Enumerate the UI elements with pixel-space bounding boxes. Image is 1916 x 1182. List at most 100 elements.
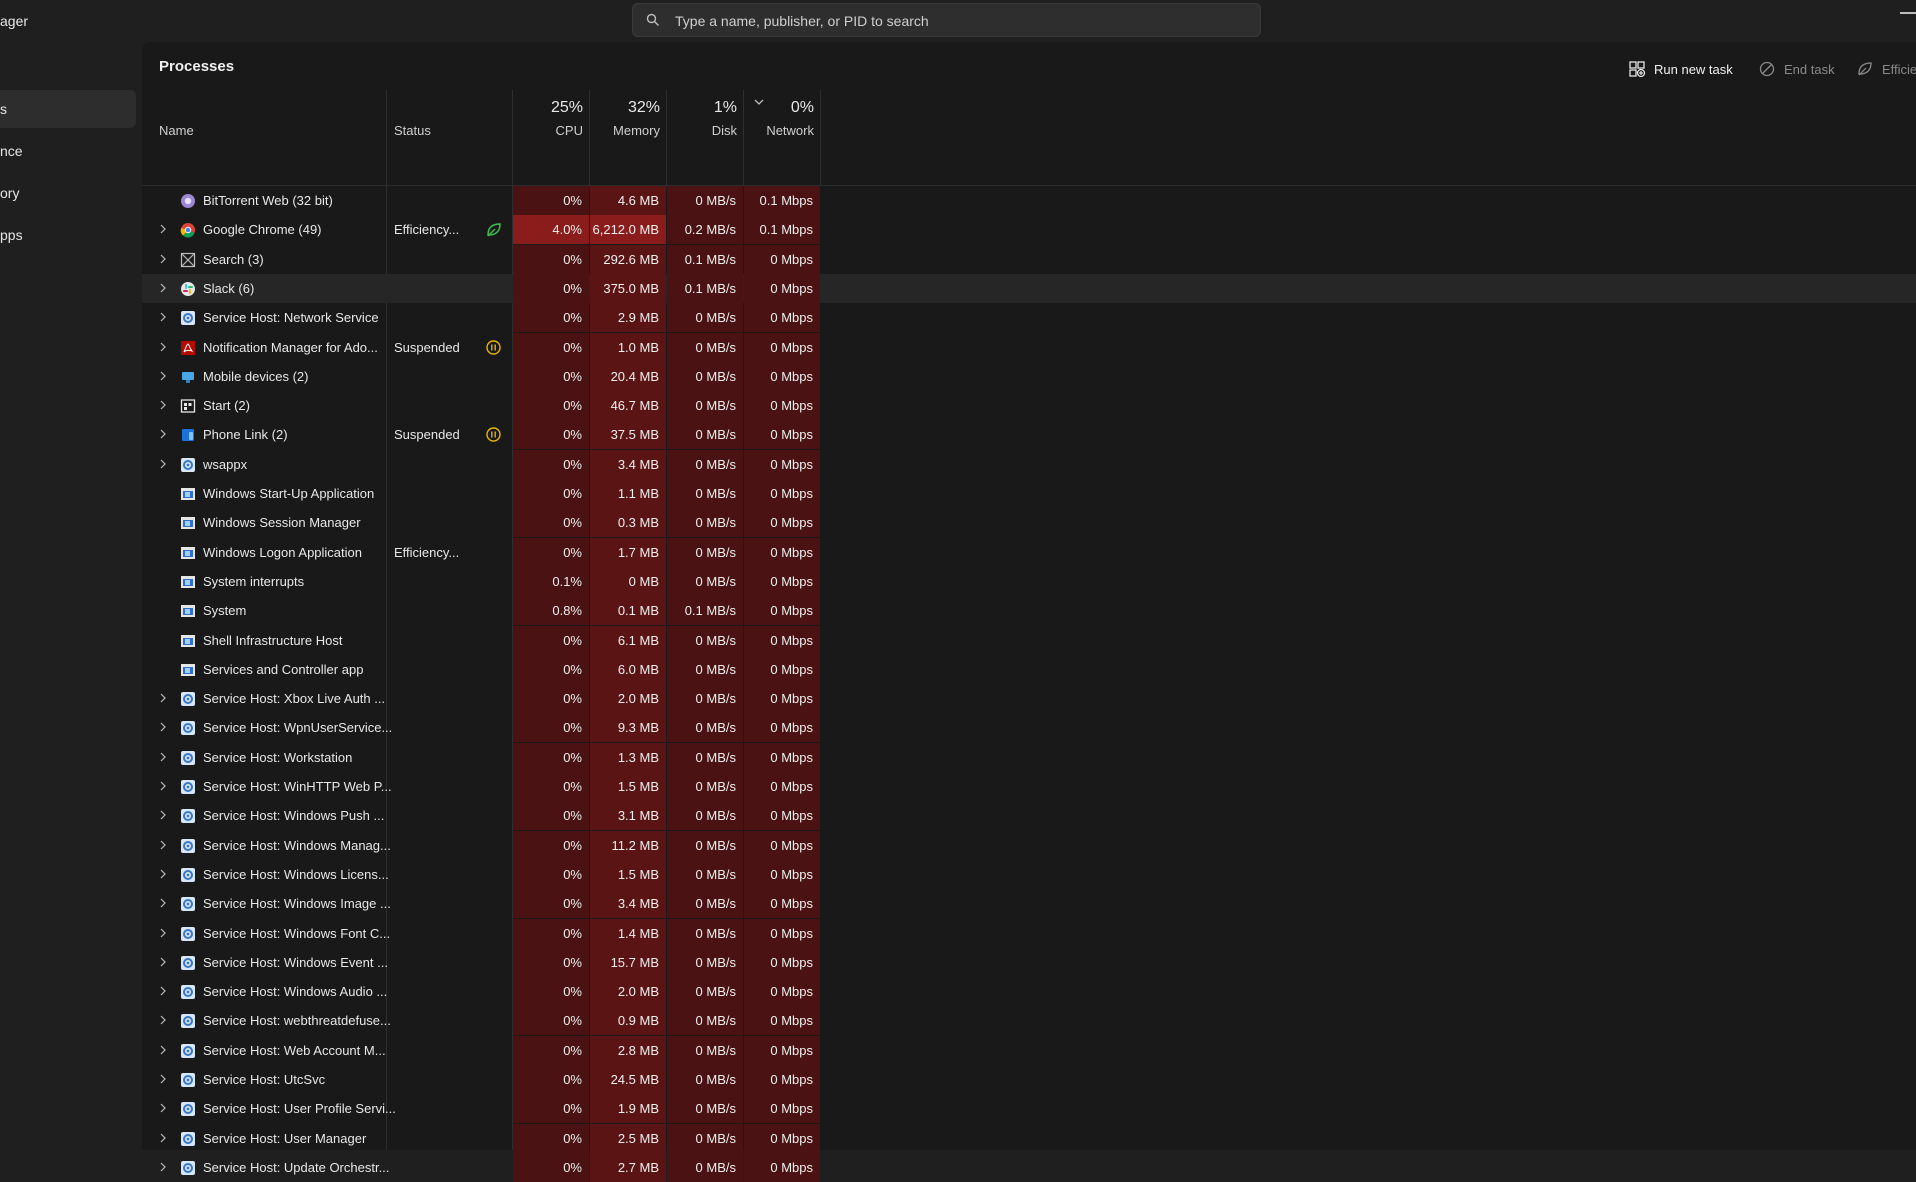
network-cell: 0 Mbps <box>744 1152 820 1182</box>
column-header-cpu[interactable]: CPU <box>513 123 583 138</box>
table-row[interactable]: Service Host: Windows Event ... 0% 15.7 MB… <box>142 947 1916 977</box>
table-row[interactable]: Search (3) 0% 292.6 MB 0.1 MB/s 0 Mbps <box>142 244 1916 274</box>
table-row[interactable]: Mobile devices (2) 0% 20.4 MB 0 MB/s 0 Mbps <box>142 361 1916 391</box>
column-header-memory[interactable]: Memory <box>590 123 660 138</box>
chevron-right-icon[interactable] <box>158 898 168 908</box>
sidebar-item-startup-apps[interactable]: pps <box>0 216 136 254</box>
table-row[interactable]: Service Host: webthreatdefuse... 0% 0.9 MB… <box>142 1006 1916 1036</box>
chevron-right-icon[interactable] <box>158 722 168 732</box>
efficiency-mode-button[interactable]: Efficie <box>1856 58 1916 80</box>
gear-service-icon <box>181 311 195 326</box>
table-row[interactable]: Start (2) 0% 46.7 MB 0 MB/s 0 Mbps <box>142 391 1916 421</box>
table-row[interactable]: Phone Link (2) Suspended 0% 37.5 MB 0 MB/s 0 … <box>142 420 1916 450</box>
table-row[interactable]: Windows Session Manager 0% 0.3 MB 0 MB/s 0 M… <box>142 508 1916 538</box>
column-header-name[interactable]: Name <box>159 123 194 138</box>
column-header-disk[interactable]: Disk <box>667 123 737 138</box>
chevron-right-icon[interactable] <box>158 1133 168 1143</box>
table-row[interactable]: Service Host: Windows Image ... 0% 3.4 MB 0… <box>142 889 1916 919</box>
app-title: ager <box>0 13 29 29</box>
chevron-right-icon[interactable] <box>158 840 168 850</box>
table-row[interactable]: Service Host: Web Account M... 0% 2.8 MB 0 … <box>142 1035 1916 1065</box>
chevron-right-icon[interactable] <box>158 1074 168 1084</box>
network-cell: 0 Mbps <box>744 273 820 303</box>
chevron-right-icon[interactable] <box>158 957 168 967</box>
chevron-right-icon[interactable] <box>158 254 168 264</box>
disk-cell: 0 MB/s <box>667 889 743 919</box>
table-row[interactable]: Service Host: WinHTTP Web P... 0% 1.5 MB 0 … <box>142 772 1916 801</box>
table-row[interactable]: Services and Controller app 0% 6.0 MB 0 MB/… <box>142 654 1916 684</box>
chevron-right-icon[interactable] <box>158 1015 168 1025</box>
chevron-right-icon[interactable] <box>158 693 168 703</box>
chevron-right-icon[interactable] <box>158 1103 168 1113</box>
cpu-cell: 0.1% <box>513 566 589 596</box>
gear-service-icon <box>181 809 195 824</box>
page-title: Processes <box>159 58 235 75</box>
table-row[interactable]: Service Host: Windows Licens... 0% 1.5 MB 0… <box>142 859 1916 889</box>
column-header-status[interactable]: Status <box>394 123 431 138</box>
table-row[interactable]: Windows Start-Up Application 0% 1.1 MB 0 MB… <box>142 479 1916 508</box>
table-row[interactable]: Service Host: Workstation 0% 1.3 MB 0 MB/s 0… <box>142 742 1916 772</box>
chevron-right-icon[interactable] <box>158 429 168 439</box>
chevron-right-icon[interactable] <box>158 986 168 996</box>
memory-cell: 15.7 MB <box>590 947 666 977</box>
table-row[interactable]: Service Host: Windows Push ... 0% 3.1 MB 0 … <box>142 801 1916 831</box>
table-row[interactable]: Service Host: Xbox Live Auth ... 0% 2.0 MB… <box>142 684 1916 714</box>
table-row[interactable]: Windows Logon Application Efficiency... 0%… <box>142 537 1916 567</box>
disk-cell: 0 MB/s <box>667 566 743 596</box>
gear-service-icon <box>181 1160 195 1175</box>
sidebar-item-app-history[interactable]: ory <box>0 174 136 212</box>
chevron-right-icon[interactable] <box>158 459 168 469</box>
disk-cell: 0 MB/s <box>667 508 743 538</box>
table-row[interactable]: Service Host: User Profile Servi... 0% 1.9… <box>142 1094 1916 1124</box>
gear-service-icon <box>181 457 195 472</box>
table-row[interactable]: Service Host: Update Orchestr... 0% 2.7 MB… <box>142 1152 1916 1182</box>
table-row[interactable]: Service Host: UtcSvc 0% 24.5 MB 0 MB/s 0 Mbp… <box>142 1065 1916 1094</box>
chevron-right-icon[interactable] <box>158 752 168 762</box>
chevron-right-icon[interactable] <box>158 224 168 234</box>
table-row[interactable]: System 0.8% 0.1 MB 0.1 MB/s 0 Mbps <box>142 596 1916 626</box>
table-row[interactable]: Shell Infrastructure Host 0% 6.1 MB 0 MB/s 0… <box>142 625 1916 655</box>
search-box[interactable] <box>632 3 1261 38</box>
chevron-right-icon[interactable] <box>158 869 168 879</box>
network-cell: 0 Mbps <box>744 772 820 801</box>
chevron-right-icon[interactable] <box>158 283 168 293</box>
table-row[interactable]: Notification Manager for Ado... Suspended… <box>142 332 1916 362</box>
sidebar-item-label: pps <box>0 227 23 243</box>
end-task-button[interactable]: End task <box>1758 58 1835 80</box>
sidebar-item-processes[interactable]: s <box>0 90 136 128</box>
table-row[interactable]: wsappx 0% 3.4 MB 0 MB/s 0 Mbps <box>142 449 1916 479</box>
network-cell: 0 Mbps <box>744 596 820 626</box>
table-row[interactable]: System interrupts 0.1% 0 MB 0 MB/s 0 Mbps <box>142 566 1916 596</box>
disk-total-percent[interactable]: 1% <box>667 99 737 117</box>
memory-total-percent[interactable]: 32% <box>590 99 660 117</box>
cpu-total-percent[interactable]: 25% <box>513 99 583 117</box>
sidebar-item-performance[interactable]: nce <box>0 132 136 170</box>
table-row[interactable]: Service Host: Windows Font C... 0% 1.4 MB 0… <box>142 918 1916 948</box>
process-status: Efficiency... <box>394 222 460 238</box>
network-total-percent[interactable]: 0% <box>744 99 814 117</box>
minimize-icon[interactable] <box>1900 12 1916 14</box>
chevron-right-icon[interactable] <box>158 1162 168 1172</box>
table-row[interactable]: BitTorrent Web (32 bit) 0% 4.6 MB 0 MB/s 0.1… <box>142 186 1916 215</box>
run-new-task-button[interactable]: Run new task <box>1628 58 1733 80</box>
search-input[interactable] <box>673 4 1247 38</box>
table-row[interactable]: Google Chrome (49) Efficiency... 4.0% 6,212… <box>142 215 1916 245</box>
table-row[interactable]: Service Host: Network Service 0% 2.9 MB 0 M… <box>142 303 1916 333</box>
chevron-right-icon[interactable] <box>158 810 168 820</box>
chevron-right-icon[interactable] <box>158 928 168 938</box>
chevron-right-icon[interactable] <box>158 400 168 410</box>
chevron-right-icon[interactable] <box>158 781 168 791</box>
table-row[interactable]: Service Host: Windows Audio ... 0% 2.0 MB 0… <box>142 977 1916 1007</box>
gear-service-icon <box>181 750 195 765</box>
chevron-right-icon[interactable] <box>158 1045 168 1055</box>
table-row[interactable]: Service Host: WpnUserService... 0% 9.3 MB 0… <box>142 713 1916 743</box>
chevron-right-icon[interactable] <box>158 342 168 352</box>
table-row[interactable]: Slack (6) 0% 375.0 MB 0.1 MB/s 0 Mbps <box>142 273 1916 303</box>
column-header-network[interactable]: Network <box>744 123 814 138</box>
table-row[interactable]: Service Host: Windows Manag... 0% 11.2 MB 0… <box>142 830 1916 860</box>
process-name: Start (2) <box>203 398 250 414</box>
chevron-right-icon[interactable] <box>158 371 168 381</box>
table-row[interactable]: Service Host: User Manager 0% 2.5 MB 0 MB/s… <box>142 1123 1916 1153</box>
chevron-right-icon[interactable] <box>158 312 168 322</box>
main-panel: Processes Run new task End task Efficie … <box>142 42 1916 1182</box>
